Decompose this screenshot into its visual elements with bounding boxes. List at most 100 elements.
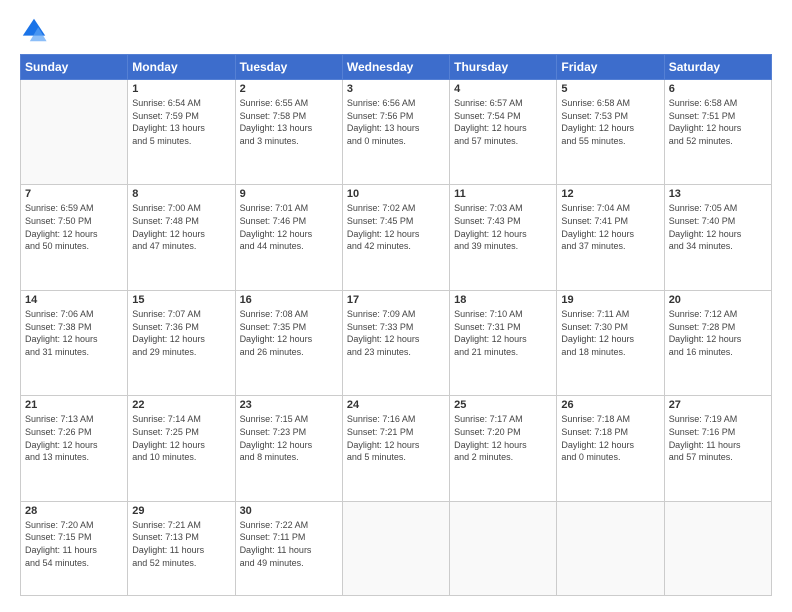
day-info: Sunrise: 7:21 AM Sunset: 7:13 PM Dayligh…: [132, 519, 230, 569]
day-info: Sunrise: 7:19 AM Sunset: 7:16 PM Dayligh…: [669, 413, 767, 463]
day-info: Sunrise: 7:22 AM Sunset: 7:11 PM Dayligh…: [240, 519, 338, 569]
day-number: 14: [25, 294, 123, 306]
calendar-cell: 20 Sunrise: 7:12 AM Sunset: 7:28 PM Dayli…: [664, 290, 771, 395]
day-number: 24: [347, 399, 445, 411]
calendar-cell: [342, 501, 449, 595]
calendar-cell: 18 Sunrise: 7:10 AM Sunset: 7:31 PM Dayli…: [450, 290, 557, 395]
page: SundayMondayTuesdayWednesdayThursdayFrid…: [0, 0, 792, 612]
calendar-cell: 24 Sunrise: 7:16 AM Sunset: 7:21 PM Dayli…: [342, 396, 449, 501]
col-header-monday: Monday: [128, 55, 235, 80]
day-number: 23: [240, 399, 338, 411]
day-number: 21: [25, 399, 123, 411]
day-number: 29: [132, 505, 230, 517]
day-number: 17: [347, 294, 445, 306]
logo: [20, 16, 52, 44]
calendar-cell: 17 Sunrise: 7:09 AM Sunset: 7:33 PM Dayli…: [342, 290, 449, 395]
day-info: Sunrise: 7:15 AM Sunset: 7:23 PM Dayligh…: [240, 413, 338, 463]
calendar-cell: 7 Sunrise: 6:59 AM Sunset: 7:50 PM Daylig…: [21, 185, 128, 290]
calendar-cell: 3 Sunrise: 6:56 AM Sunset: 7:56 PM Daylig…: [342, 80, 449, 185]
day-info: Sunrise: 7:10 AM Sunset: 7:31 PM Dayligh…: [454, 308, 552, 358]
day-number: 8: [132, 188, 230, 200]
calendar-cell: 14 Sunrise: 7:06 AM Sunset: 7:38 PM Dayli…: [21, 290, 128, 395]
day-number: 25: [454, 399, 552, 411]
day-number: 28: [25, 505, 123, 517]
day-info: Sunrise: 6:54 AM Sunset: 7:59 PM Dayligh…: [132, 97, 230, 147]
day-info: Sunrise: 6:56 AM Sunset: 7:56 PM Dayligh…: [347, 97, 445, 147]
calendar-cell: 5 Sunrise: 6:58 AM Sunset: 7:53 PM Daylig…: [557, 80, 664, 185]
calendar-cell: 16 Sunrise: 7:08 AM Sunset: 7:35 PM Dayli…: [235, 290, 342, 395]
calendar-cell: 6Sunrise: 6:58 AM Sunset: 7:51 PM Daylig…: [664, 80, 771, 185]
calendar-cell: [664, 501, 771, 595]
day-info: Sunrise: 7:14 AM Sunset: 7:25 PM Dayligh…: [132, 413, 230, 463]
calendar-cell: 1 Sunrise: 6:54 AM Sunset: 7:59 PM Daylig…: [128, 80, 235, 185]
day-number: 7: [25, 188, 123, 200]
day-info: Sunrise: 7:12 AM Sunset: 7:28 PM Dayligh…: [669, 308, 767, 358]
calendar-cell: 21 Sunrise: 7:13 AM Sunset: 7:26 PM Dayli…: [21, 396, 128, 501]
col-header-wednesday: Wednesday: [342, 55, 449, 80]
calendar-cell: 13 Sunrise: 7:05 AM Sunset: 7:40 PM Dayli…: [664, 185, 771, 290]
day-info: Sunrise: 7:16 AM Sunset: 7:21 PM Dayligh…: [347, 413, 445, 463]
day-number: 4: [454, 83, 552, 95]
logo-icon: [20, 16, 48, 44]
day-number: 1: [132, 83, 230, 95]
day-info: Sunrise: 7:18 AM Sunset: 7:18 PM Dayligh…: [561, 413, 659, 463]
day-number: 5: [561, 83, 659, 95]
header: [20, 16, 772, 44]
day-number: 13: [669, 188, 767, 200]
calendar-cell: [450, 501, 557, 595]
day-info: Sunrise: 6:57 AM Sunset: 7:54 PM Dayligh…: [454, 97, 552, 147]
day-number: 12: [561, 188, 659, 200]
day-number: 20: [669, 294, 767, 306]
day-number: 22: [132, 399, 230, 411]
calendar-cell: 22 Sunrise: 7:14 AM Sunset: 7:25 PM Dayli…: [128, 396, 235, 501]
col-header-tuesday: Tuesday: [235, 55, 342, 80]
day-number: 3: [347, 83, 445, 95]
calendar-cell: 26 Sunrise: 7:18 AM Sunset: 7:18 PM Dayli…: [557, 396, 664, 501]
day-number: 9: [240, 188, 338, 200]
calendar-cell: 27 Sunrise: 7:19 AM Sunset: 7:16 PM Dayli…: [664, 396, 771, 501]
col-header-thursday: Thursday: [450, 55, 557, 80]
day-number: 2: [240, 83, 338, 95]
calendar-cell: 11 Sunrise: 7:03 AM Sunset: 7:43 PM Dayli…: [450, 185, 557, 290]
calendar-cell: 10Sunrise: 7:02 AM Sunset: 7:45 PM Dayli…: [342, 185, 449, 290]
day-number: 19: [561, 294, 659, 306]
day-info: Sunrise: 7:11 AM Sunset: 7:30 PM Dayligh…: [561, 308, 659, 358]
calendar-cell: 15Sunrise: 7:07 AM Sunset: 7:36 PM Dayli…: [128, 290, 235, 395]
day-info: Sunrise: 7:17 AM Sunset: 7:20 PM Dayligh…: [454, 413, 552, 463]
col-header-sunday: Sunday: [21, 55, 128, 80]
day-number: 27: [669, 399, 767, 411]
calendar-cell: 30 Sunrise: 7:22 AM Sunset: 7:11 PM Dayli…: [235, 501, 342, 595]
day-info: Sunrise: 7:04 AM Sunset: 7:41 PM Dayligh…: [561, 202, 659, 252]
day-number: 16: [240, 294, 338, 306]
day-info: Sunrise: 7:13 AM Sunset: 7:26 PM Dayligh…: [25, 413, 123, 463]
day-info: Sunrise: 7:09 AM Sunset: 7:33 PM Dayligh…: [347, 308, 445, 358]
day-info: Sunrise: 7:08 AM Sunset: 7:35 PM Dayligh…: [240, 308, 338, 358]
day-number: 15: [132, 294, 230, 306]
day-number: 26: [561, 399, 659, 411]
calendar-cell: 28 Sunrise: 7:20 AM Sunset: 7:15 PM Dayli…: [21, 501, 128, 595]
day-number: 6: [669, 83, 767, 95]
day-info: Sunrise: 7:05 AM Sunset: 7:40 PM Dayligh…: [669, 202, 767, 252]
col-header-friday: Friday: [557, 55, 664, 80]
calendar-table: SundayMondayTuesdayWednesdayThursdayFrid…: [20, 54, 772, 596]
calendar-cell: 4 Sunrise: 6:57 AM Sunset: 7:54 PM Daylig…: [450, 80, 557, 185]
day-number: 11: [454, 188, 552, 200]
day-info: Sunrise: 7:01 AM Sunset: 7:46 PM Dayligh…: [240, 202, 338, 252]
calendar-cell: 23 Sunrise: 7:15 AM Sunset: 7:23 PM Dayli…: [235, 396, 342, 501]
calendar-cell: 2 Sunrise: 6:55 AM Sunset: 7:58 PM Daylig…: [235, 80, 342, 185]
calendar-cell: 12 Sunrise: 7:04 AM Sunset: 7:41 PM Dayli…: [557, 185, 664, 290]
calendar-cell: 25 Sunrise: 7:17 AM Sunset: 7:20 PM Dayli…: [450, 396, 557, 501]
calendar-cell: 29 Sunrise: 7:21 AM Sunset: 7:13 PM Dayli…: [128, 501, 235, 595]
day-info: Sunrise: 6:59 AM Sunset: 7:50 PM Dayligh…: [25, 202, 123, 252]
day-number: 30: [240, 505, 338, 517]
day-info: Sunrise: 7:03 AM Sunset: 7:43 PM Dayligh…: [454, 202, 552, 252]
day-info: Sunrise: 6:58 AM Sunset: 7:53 PM Dayligh…: [561, 97, 659, 147]
day-info: Sunrise: 6:55 AM Sunset: 7:58 PM Dayligh…: [240, 97, 338, 147]
day-number: 18: [454, 294, 552, 306]
day-info: Sunrise: 7:20 AM Sunset: 7:15 PM Dayligh…: [25, 519, 123, 569]
col-header-saturday: Saturday: [664, 55, 771, 80]
day-info: Sunrise: 7:06 AM Sunset: 7:38 PM Dayligh…: [25, 308, 123, 358]
day-info: Sunrise: 7:00 AM Sunset: 7:48 PM Dayligh…: [132, 202, 230, 252]
calendar-cell: [557, 501, 664, 595]
calendar-cell: [21, 80, 128, 185]
